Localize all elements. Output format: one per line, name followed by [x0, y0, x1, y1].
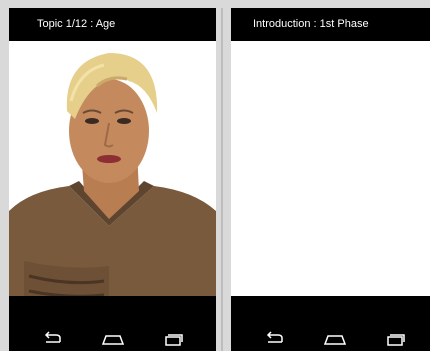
navigation-bar	[9, 296, 216, 351]
topic-label: Topic 1/12 : Age	[37, 18, 116, 30]
recent-apps-button[interactable]	[380, 330, 410, 348]
topic-bar: Topic 1/12 : Age	[9, 8, 216, 41]
home-button[interactable]	[98, 330, 128, 348]
recent-apps-button[interactable]	[158, 330, 188, 348]
screen-divider	[221, 8, 223, 351]
home-icon	[101, 335, 125, 345]
phase-bar: Introduction : 1st Phase	[231, 8, 430, 41]
recent-apps-icon	[165, 334, 183, 346]
avatar-mouth	[97, 155, 121, 163]
recent-apps-icon	[387, 334, 405, 346]
blank-content	[231, 41, 430, 296]
back-arrow-icon	[44, 331, 61, 343]
avatar-view	[9, 41, 216, 296]
home-button[interactable]	[320, 330, 350, 348]
back-button[interactable]	[260, 330, 290, 348]
phone-screen-left: Topic 1/12 : Age	[9, 8, 216, 351]
navigation-bar	[231, 296, 430, 351]
home-icon	[323, 335, 347, 345]
avatar	[9, 41, 216, 296]
back-arrow-icon	[266, 331, 283, 343]
phone-screen-right: Introduction : 1st Phase	[231, 8, 430, 351]
back-button[interactable]	[38, 330, 68, 348]
phase-label: Introduction : 1st Phase	[253, 18, 369, 30]
